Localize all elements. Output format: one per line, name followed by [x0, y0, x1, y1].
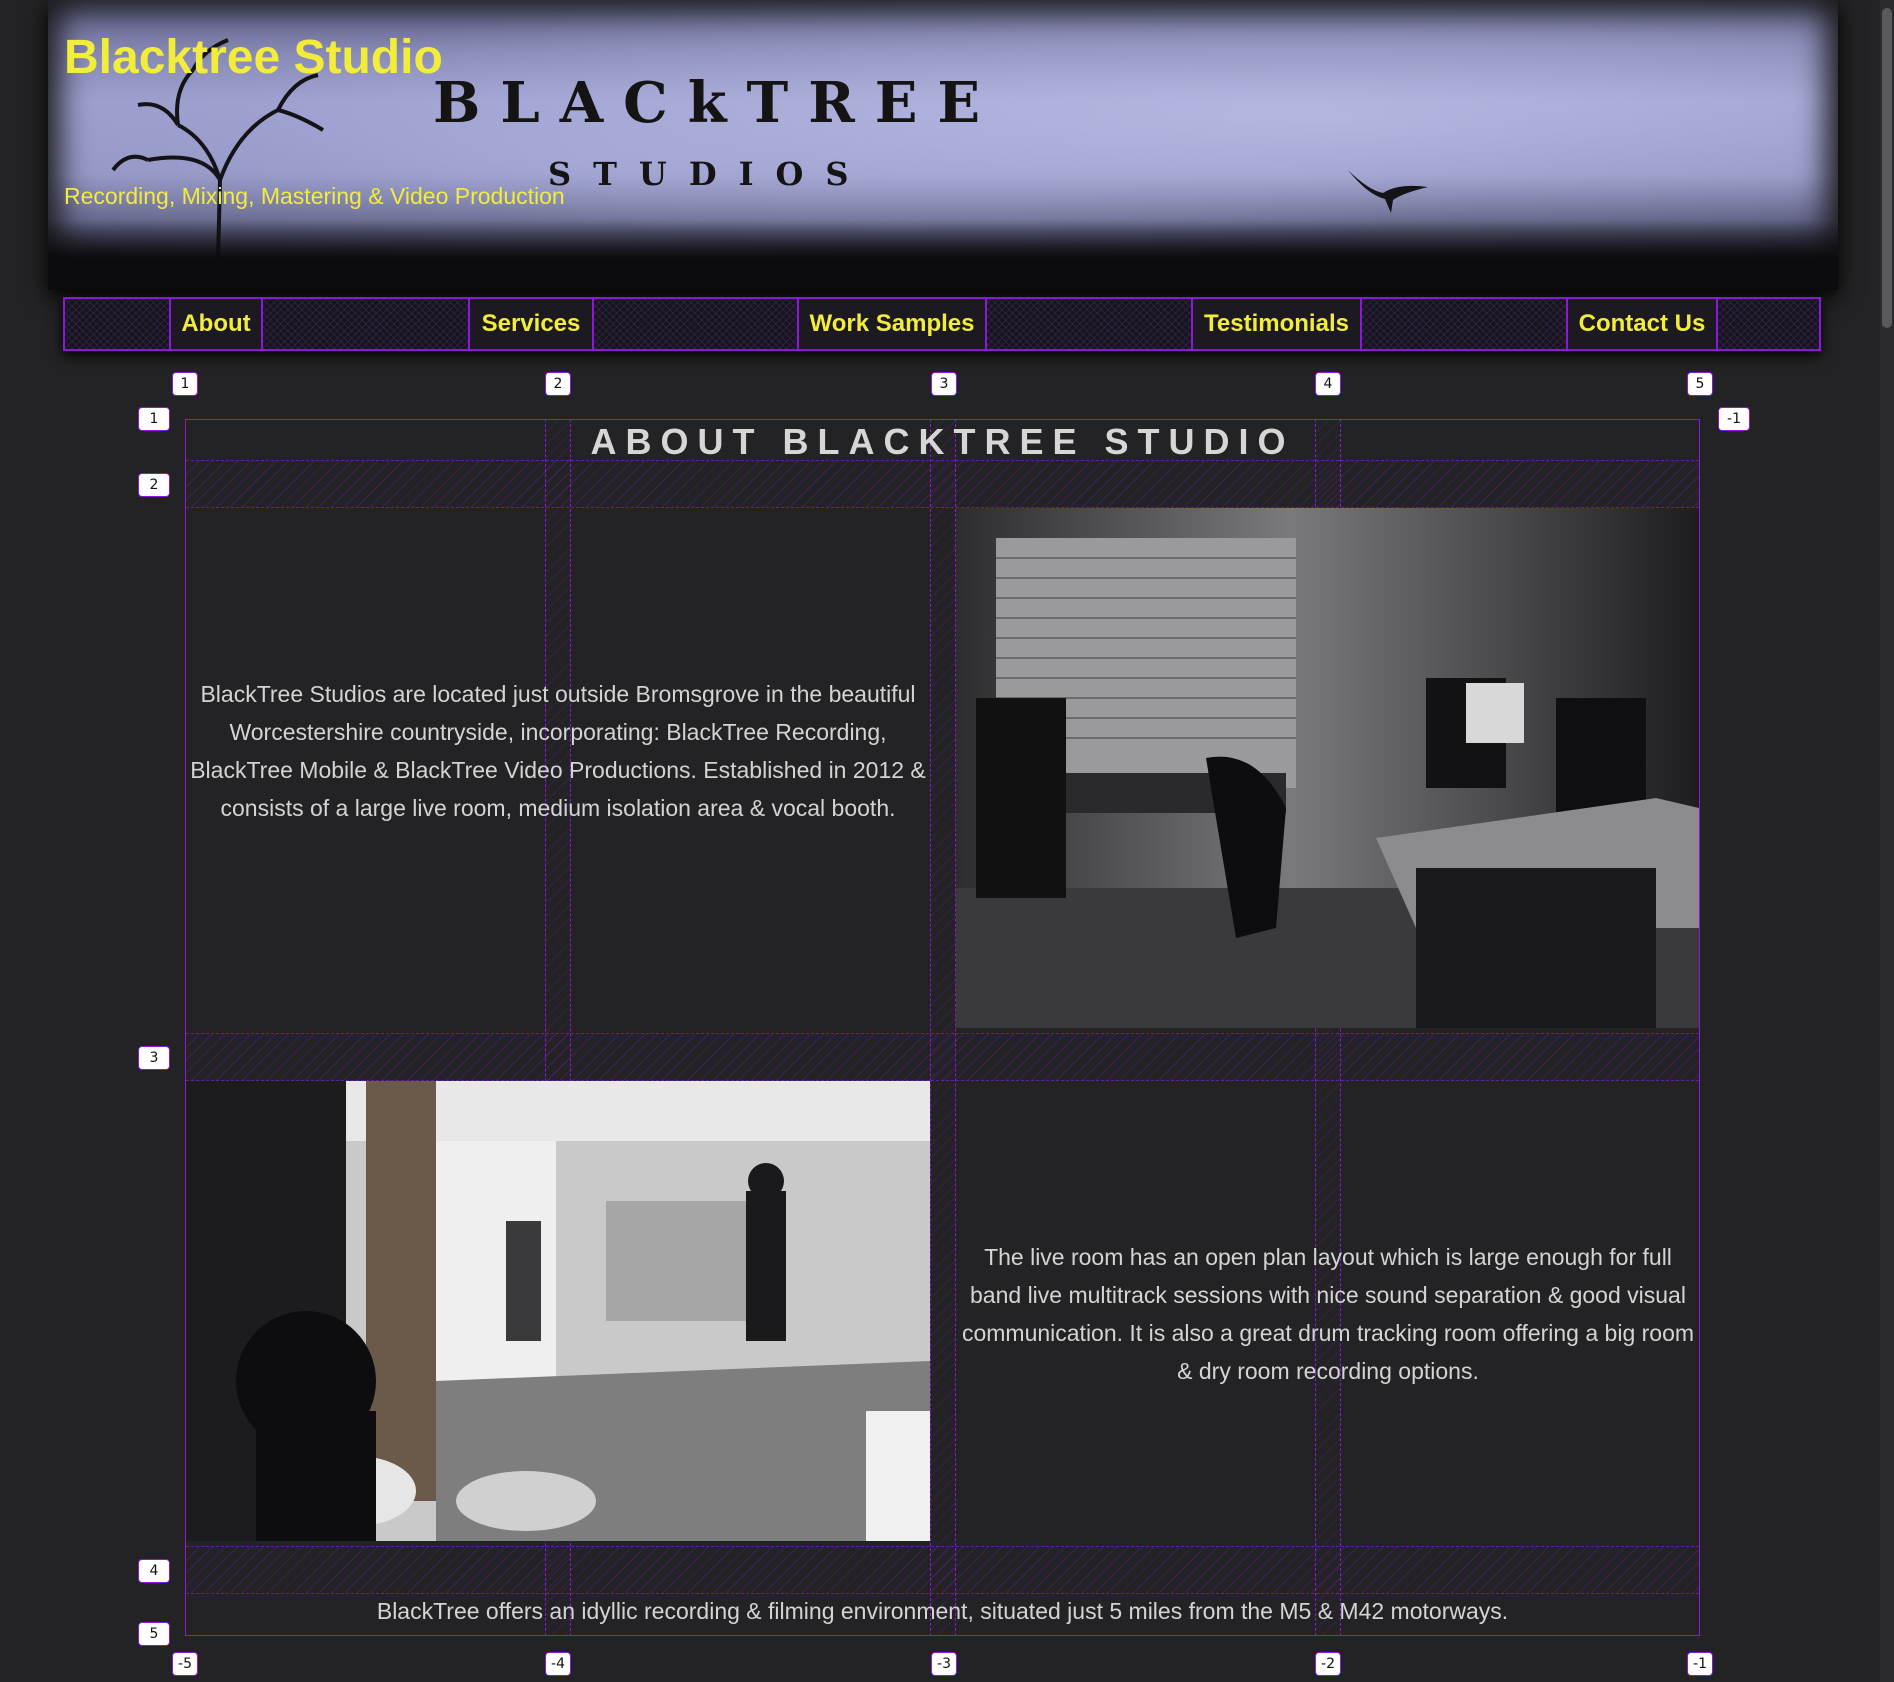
- site-tagline: Recording, Mixing, Mastering & Video Pro…: [64, 183, 565, 209]
- live-room-band-photo: [186, 1081, 930, 1541]
- about-heading: ABOUT BLACKTREE STUDIO: [590, 421, 1295, 462]
- grid-row-label: 1: [138, 407, 170, 431]
- grid-column-gap: [930, 419, 956, 1636]
- main-nav: About Services Work Samples Testimonials…: [63, 297, 1821, 351]
- grid-column-label: -1: [1687, 1652, 1713, 1676]
- grid-column-label: -3: [931, 1652, 957, 1676]
- grid-column-label: -2: [1315, 1652, 1341, 1676]
- page-scrollbar[interactable]: [1880, 0, 1894, 1682]
- grid-column-label: -5: [172, 1652, 198, 1676]
- grass-silhouette: [48, 220, 1838, 290]
- grid-row-label: 5: [138, 1622, 170, 1646]
- nav-contact-us[interactable]: Contact Us: [1566, 297, 1718, 351]
- grid-column-label: -4: [545, 1652, 571, 1676]
- about-paragraph-2: The live room has an open plan layout wh…: [961, 1244, 1695, 1384]
- grid-column-label: 5: [1687, 372, 1713, 396]
- scrollbar-thumb[interactable]: [1882, 8, 1892, 328]
- about-footer-line: BlackTree offers an idyllic recording & …: [376, 1598, 1509, 1624]
- grid-row-label: -1: [1718, 407, 1750, 431]
- site-title[interactable]: Blacktree Studio: [64, 30, 443, 85]
- bird-silhouette-icon: [1348, 170, 1428, 213]
- logo-wordmark: BLACkTREE: [433, 70, 1001, 136]
- grid-row-label: 4: [138, 1559, 170, 1583]
- nav-work-samples[interactable]: Work Samples: [797, 297, 987, 351]
- grid-row-label: 2: [138, 473, 170, 497]
- grid-column-label: 3: [931, 372, 957, 396]
- grid-row-label: 3: [138, 1046, 170, 1070]
- grid-column-label: 1: [172, 372, 198, 396]
- about-paragraph-1: BlackTree Studios are located just outsi…: [190, 681, 926, 821]
- nav-testimonials[interactable]: Testimonials: [1191, 297, 1362, 351]
- nav-services[interactable]: Services: [468, 297, 594, 351]
- grid-column-label: 4: [1315, 372, 1341, 396]
- studio-control-room-photo: [956, 508, 1699, 1028]
- logo-subtitle: STUDIOS: [548, 155, 871, 193]
- grid-column-label: 2: [545, 372, 571, 396]
- nav-about[interactable]: About: [169, 297, 263, 351]
